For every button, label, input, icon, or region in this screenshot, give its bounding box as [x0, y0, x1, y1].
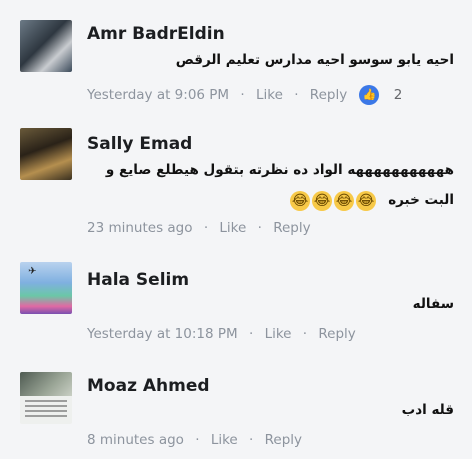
thumbs-up-icon[interactable]: 👍: [359, 85, 380, 105]
like-link[interactable]: Like: [265, 326, 292, 342]
avatar-caption-lines: [25, 400, 67, 420]
avatar[interactable]: [20, 20, 72, 72]
timestamp[interactable]: 23 minutes ago: [87, 220, 193, 236]
reaction-count[interactable]: 2: [394, 87, 403, 103]
separator: ·: [203, 220, 209, 236]
avatar[interactable]: [20, 128, 72, 180]
timestamp[interactable]: Yesterday at 10:18 PM: [87, 326, 238, 342]
commenter-name[interactable]: Hala Selim: [87, 270, 189, 290]
separator: ·: [257, 220, 262, 236]
comment-meta: 23 minutes ago · Like · Reply: [87, 220, 311, 236]
separator: ·: [302, 326, 308, 342]
like-link[interactable]: Like: [219, 220, 246, 236]
laughing-emoji-icon: 😂: [334, 190, 354, 211]
reply-link[interactable]: Reply: [265, 432, 302, 448]
comment-text: قله ادب: [401, 402, 454, 418]
separator: ·: [240, 87, 245, 103]
emoji-group: 😂 😂 😂 😂: [290, 190, 378, 211]
comment-meta: Yesterday at 9:06 PM · Like · Reply 👍 2: [87, 85, 402, 105]
reply-link[interactable]: Reply: [318, 326, 355, 342]
separator: ·: [294, 87, 299, 103]
avatar-photo: [20, 372, 72, 396]
reply-link[interactable]: Reply: [273, 220, 310, 236]
avatar[interactable]: [20, 372, 72, 424]
laughing-emoji-icon: 😂: [312, 190, 332, 211]
comment-text: احيه يابو سوسو احيه مدارس تعليم الرقص: [175, 52, 454, 68]
timestamp[interactable]: Yesterday at 9:06 PM: [87, 87, 229, 103]
commenter-name[interactable]: Sally Emad: [87, 134, 192, 154]
separator: ·: [195, 432, 200, 448]
comment-text-line2: البت خبره: [388, 192, 454, 208]
comment-text-line1: هههههههههههه الواد ده نظرته بتقول هيطلع …: [105, 162, 454, 178]
airplane-icon: ✈: [28, 266, 37, 277]
reply-link[interactable]: Reply: [310, 87, 347, 103]
commenter-name[interactable]: Moaz Ahmed: [87, 376, 210, 396]
timestamp[interactable]: 8 minutes ago: [87, 432, 184, 448]
separator: ·: [248, 326, 254, 342]
separator: ·: [249, 432, 254, 448]
like-link[interactable]: Like: [211, 432, 238, 448]
like-link[interactable]: Like: [256, 87, 283, 103]
commenter-name[interactable]: Amr BadrEldin: [87, 24, 225, 44]
laughing-emoji-icon: 😂: [356, 190, 376, 211]
comment-meta: Yesterday at 10:18 PM · Like · Reply: [87, 326, 356, 342]
comment-text: سفاله: [412, 296, 454, 312]
comment-meta: 8 minutes ago · Like · Reply: [87, 432, 302, 448]
laughing-emoji-icon: 😂: [290, 190, 310, 211]
avatar[interactable]: ✈: [20, 262, 72, 314]
